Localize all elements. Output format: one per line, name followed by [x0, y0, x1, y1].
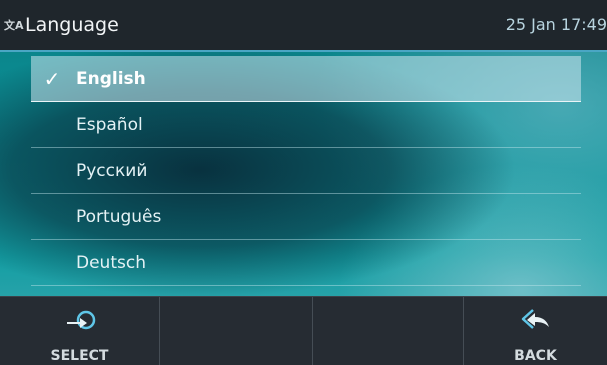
language-item-portugues[interactable]: Português [31, 194, 581, 240]
language-item-russian[interactable]: Русский [31, 148, 581, 194]
language-list: ✓ English Español Русский Português Deut… [31, 56, 581, 286]
softkey-bar: SELECT BACK [0, 296, 607, 365]
back-label: BACK [514, 348, 557, 364]
softkey-empty-1[interactable] [160, 297, 313, 365]
select-arrow-icon [67, 310, 96, 330]
language-label: English [76, 69, 146, 89]
language-icon: 文A [4, 19, 24, 32]
checkmark-icon: ✓ [43, 67, 61, 91]
page-title: Language [25, 14, 119, 36]
softkey-empty-2[interactable] [313, 297, 464, 365]
language-item-english[interactable]: ✓ English [31, 56, 581, 102]
back-softkey[interactable]: BACK [464, 297, 607, 365]
language-item-espanol[interactable]: Español [31, 102, 581, 148]
language-label: Español [76, 115, 143, 135]
header-bar: 文A Language 25 Jan 17:49 [0, 0, 607, 52]
select-softkey[interactable]: SELECT [0, 297, 160, 365]
language-label: Deutsch [76, 253, 146, 273]
language-label: Русский [76, 161, 148, 181]
language-label: Português [76, 207, 162, 227]
phone-screen: 文A Language 25 Jan 17:49 ✓ English Españ… [0, 0, 607, 365]
language-item-deutsch[interactable]: Deutsch [31, 240, 581, 286]
date-time: 25 Jan 17:49 [505, 15, 607, 34]
select-label: SELECT [50, 348, 109, 364]
back-arrow-icon [521, 309, 549, 329]
